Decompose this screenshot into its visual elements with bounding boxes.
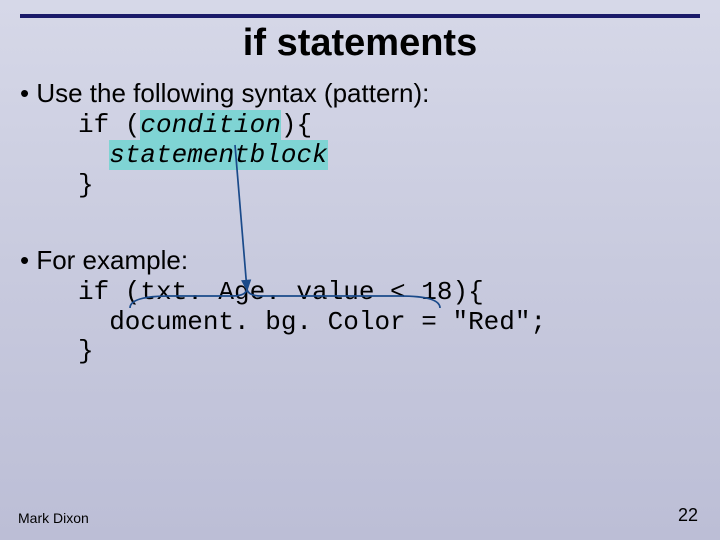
pattern-close-brace: } bbox=[78, 170, 94, 200]
slide-content: • Use the following syntax (pattern): if… bbox=[20, 78, 700, 367]
bullet-syntax: • Use the following syntax (pattern): bbox=[20, 78, 700, 109]
footer-page-number: 22 bbox=[678, 505, 698, 526]
pattern-statementblock: statementblock bbox=[109, 140, 327, 170]
pattern-paren-brace: ){ bbox=[281, 110, 312, 140]
header-rule bbox=[20, 14, 700, 18]
footer-author: Mark Dixon bbox=[18, 510, 89, 526]
pattern-condition: condition bbox=[140, 110, 280, 140]
slide-title: if statements bbox=[0, 22, 720, 65]
pattern-code: if (condition){ statementblock } bbox=[78, 111, 700, 201]
example-line3: } bbox=[78, 336, 94, 366]
example-code: if (txt. Age. value < 18){ document. bg.… bbox=[78, 278, 700, 368]
example-line1: if (txt. Age. value < 18){ bbox=[78, 277, 484, 307]
bullet-example: • For example: bbox=[20, 245, 700, 276]
example-line2: document. bg. Color = "Red"; bbox=[78, 307, 546, 337]
example-section: • For example: if (txt. Age. value < 18)… bbox=[20, 245, 700, 368]
pattern-if-open: if ( bbox=[78, 110, 140, 140]
